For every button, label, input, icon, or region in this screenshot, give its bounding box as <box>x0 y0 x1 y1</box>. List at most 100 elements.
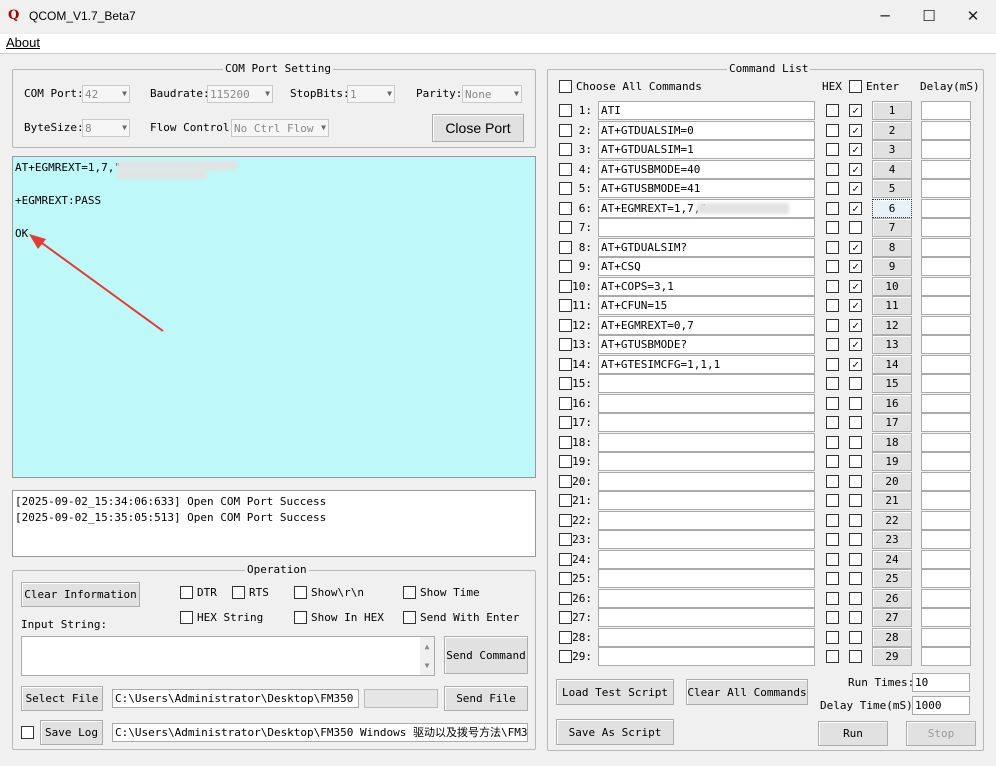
row-delay-field[interactable] <box>921 237 971 257</box>
row-hex-checkbox[interactable] <box>826 494 839 507</box>
row-enter-checkbox[interactable]: ✓ <box>849 260 862 273</box>
row-delay-field[interactable] <box>921 179 971 198</box>
row-enter-checkbox[interactable]: ✓ <box>849 299 862 312</box>
row-hex-checkbox[interactable] <box>826 221 839 234</box>
row-enter-checkbox[interactable] <box>849 221 862 234</box>
command-field[interactable] <box>598 471 815 491</box>
row-enter-checkbox[interactable]: ✓ <box>849 279 862 293</box>
command-field[interactable]: AT+CSQ <box>598 257 815 276</box>
row-hex-checkbox[interactable] <box>826 123 839 137</box>
row-delay-field[interactable] <box>921 491 971 510</box>
command-field[interactable] <box>598 393 815 413</box>
row-enter-checkbox[interactable]: ✓ <box>849 143 862 156</box>
row-enter-checkbox[interactable] <box>849 396 862 410</box>
row-delay-field[interactable] <box>921 120 971 140</box>
row-delay-field[interactable] <box>921 335 971 354</box>
command-field[interactable]: AT+GTDUALSIM=0 <box>598 120 815 140</box>
row-enter-checkbox[interactable] <box>849 572 862 585</box>
send-command-row-button[interactable]: 7 <box>872 218 912 237</box>
clear-information-button[interactable]: Clear Information <box>21 582 140 607</box>
command-field[interactable]: ATI <box>598 101 815 120</box>
send-command-row-button[interactable]: 24 <box>872 549 912 569</box>
row-hex-checkbox[interactable] <box>826 630 839 644</box>
row-hex-checkbox[interactable] <box>826 318 839 332</box>
send-command-row-button[interactable]: 12 <box>872 315 912 335</box>
row-enter-checkbox[interactable] <box>849 435 862 449</box>
row-hex-checkbox[interactable] <box>826 533 839 546</box>
row-delay-field[interactable] <box>921 315 971 335</box>
send-command-row-button[interactable]: 16 <box>872 393 912 413</box>
command-field[interactable] <box>598 510 815 530</box>
bytesize-select[interactable]: 8 ▼ <box>82 119 130 137</box>
row-delay-field[interactable] <box>921 608 971 627</box>
row-enter-checkbox[interactable] <box>849 474 862 488</box>
row-delay-field[interactable] <box>921 101 971 120</box>
stop-button[interactable]: Stop <box>906 721 976 746</box>
select-file-button[interactable]: Select File <box>21 686 103 711</box>
send-command-row-button[interactable]: 22 <box>872 510 912 530</box>
row-hex-checkbox[interactable] <box>826 357 839 371</box>
send-command-row-button[interactable]: 29 <box>872 647 912 666</box>
input-string-field[interactable] <box>21 636 435 676</box>
row-delay-field[interactable] <box>921 159 971 179</box>
row-hex-checkbox[interactable] <box>826 416 839 429</box>
row-enter-checkbox[interactable]: ✓ <box>849 182 862 195</box>
send-command-row-button[interactable]: 27 <box>872 608 912 627</box>
command-field[interactable] <box>598 530 815 549</box>
command-field[interactable]: AT+GTUSBMODE=40 <box>598 159 815 179</box>
send-command-row-button[interactable]: 2 <box>872 120 912 140</box>
row-enter-checkbox[interactable] <box>849 455 862 468</box>
row-hex-checkbox[interactable] <box>826 650 839 663</box>
send-command-row-button[interactable]: 19 <box>872 452 912 471</box>
send-command-row-button[interactable]: 13 <box>872 335 912 354</box>
row-hex-checkbox[interactable] <box>826 591 839 605</box>
row-delay-field[interactable] <box>921 569 971 588</box>
close-window-button[interactable]: ✕ <box>950 0 996 32</box>
row-enter-checkbox[interactable] <box>849 513 862 527</box>
row-hex-checkbox[interactable] <box>826 474 839 488</box>
baudrate-select[interactable]: 115200 ▼ <box>207 85 273 103</box>
command-field[interactable] <box>598 374 815 393</box>
row-hex-checkbox[interactable] <box>826 104 839 117</box>
row-hex-checkbox[interactable] <box>826 143 839 156</box>
send-command-row-button[interactable]: 23 <box>872 530 912 549</box>
send-command-row-button[interactable]: 6 <box>872 198 912 218</box>
command-field[interactable] <box>598 569 815 588</box>
command-field[interactable] <box>598 627 815 647</box>
run-button[interactable]: Run <box>818 721 888 746</box>
row-enter-checkbox[interactable]: ✓ <box>849 357 862 371</box>
row-hex-checkbox[interactable] <box>826 552 839 566</box>
close-port-button[interactable]: Close Port <box>432 114 524 142</box>
send-file-button[interactable]: Send File <box>444 686 528 711</box>
command-field[interactable] <box>598 413 815 432</box>
send-command-row-button[interactable]: 26 <box>872 588 912 608</box>
row-delay-field[interactable] <box>921 432 971 452</box>
send-command-row-button[interactable]: 11 <box>872 296 912 315</box>
row-hex-checkbox[interactable] <box>826 396 839 410</box>
row-hex-checkbox[interactable] <box>826 572 839 585</box>
parity-select[interactable]: None ▼ <box>462 85 522 103</box>
command-field[interactable] <box>598 432 815 452</box>
row-hex-checkbox[interactable] <box>826 338 839 351</box>
send-command-row-button[interactable]: 21 <box>872 491 912 510</box>
row-enter-checkbox[interactable] <box>849 416 862 429</box>
row-enter-checkbox[interactable] <box>849 552 862 566</box>
log-path-field[interactable]: C:\Users\Administrator\Desktop\FM350 Win… <box>112 723 528 742</box>
row-hex-checkbox[interactable] <box>826 299 839 312</box>
command-field[interactable] <box>598 647 815 666</box>
input-scrollbar[interactable]: ▲ ▼ <box>420 637 434 675</box>
row-hex-checkbox[interactable] <box>826 435 839 449</box>
command-field[interactable] <box>598 608 815 627</box>
row-delay-field[interactable] <box>921 296 971 315</box>
send-command-row-button[interactable]: 3 <box>872 140 912 159</box>
menu-about[interactable]: About <box>6 35 40 50</box>
row-enter-checkbox[interactable] <box>849 533 862 546</box>
command-field[interactable]: AT+EGMREXT=0,7 <box>598 315 815 335</box>
command-field[interactable] <box>598 218 815 237</box>
row-delay-field[interactable] <box>921 588 971 608</box>
row-delay-field[interactable] <box>921 257 971 276</box>
send-command-row-button[interactable]: 8 <box>872 237 912 257</box>
row-hex-checkbox[interactable] <box>826 279 839 293</box>
row-hex-checkbox[interactable] <box>826 377 839 390</box>
row-enter-checkbox[interactable] <box>849 611 862 624</box>
